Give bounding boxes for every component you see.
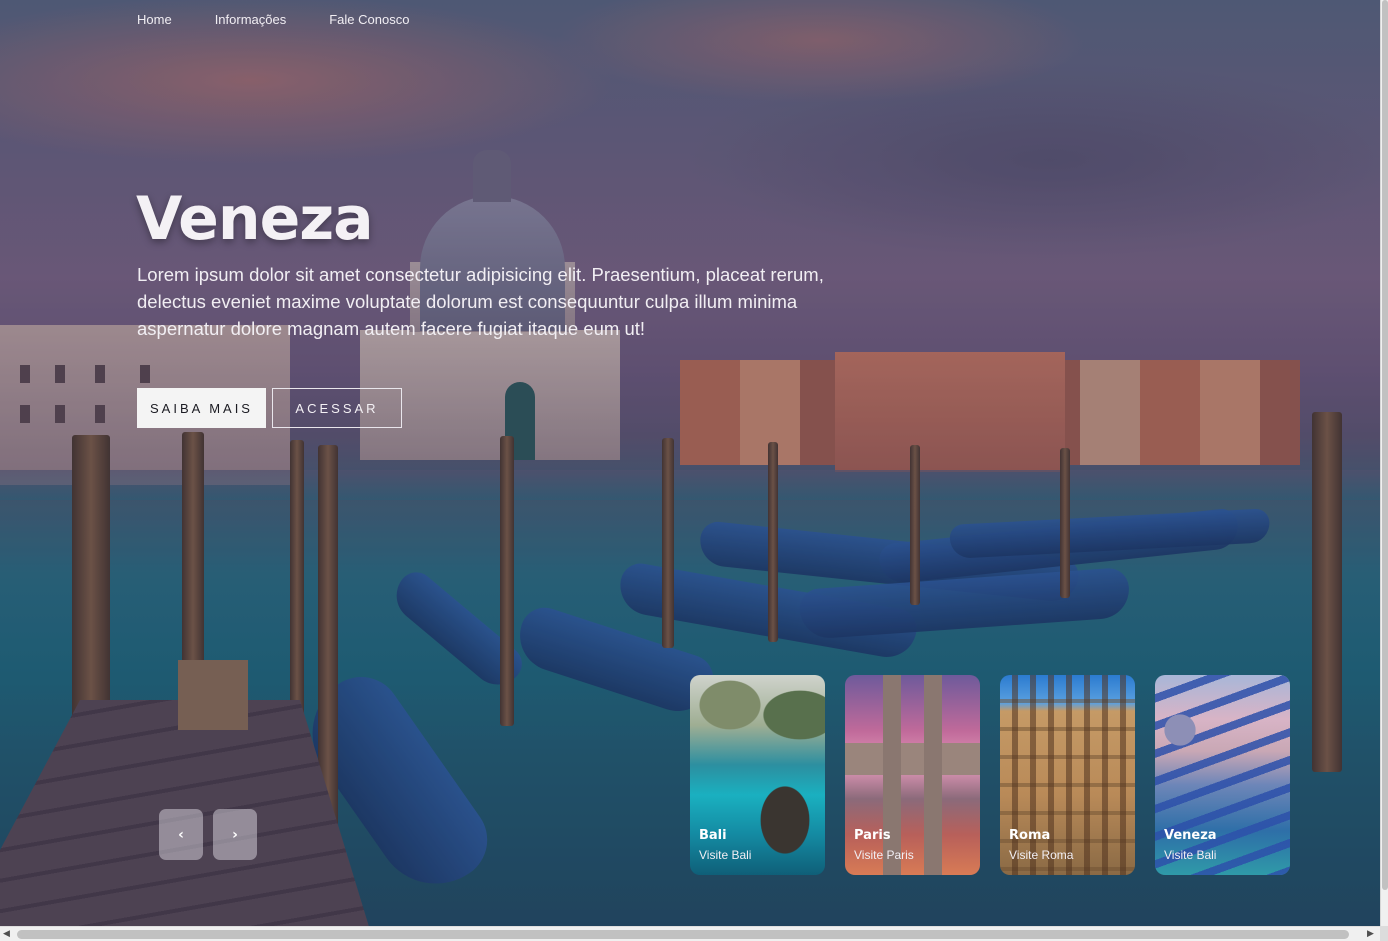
gondola bbox=[949, 508, 1271, 559]
gondola bbox=[697, 520, 1081, 604]
gondola bbox=[798, 567, 1131, 640]
mooring-pole bbox=[1060, 448, 1070, 598]
building-tall bbox=[835, 352, 1065, 472]
water-line bbox=[0, 470, 1380, 500]
mooring-pole bbox=[662, 438, 674, 648]
vertical-scrollbar[interactable] bbox=[1380, 0, 1388, 926]
slider-next-button[interactable]: › bbox=[213, 809, 257, 860]
church-door bbox=[505, 382, 535, 460]
vertical-scrollbar-thumb[interactable] bbox=[1382, 0, 1388, 890]
destination-card-paris[interactable]: Paris Visite Paris bbox=[845, 675, 980, 875]
card-subtitle: Visite Roma bbox=[1009, 848, 1074, 862]
gondola bbox=[510, 601, 720, 721]
buildings-right bbox=[680, 360, 1300, 465]
destination-card-bali[interactable]: Bali Visite Bali bbox=[690, 675, 825, 875]
church-lantern bbox=[473, 150, 511, 202]
saiba-mais-button[interactable]: SAIBA MAIS bbox=[137, 388, 266, 428]
nav-home[interactable]: Home bbox=[137, 12, 172, 27]
nav-informacoes[interactable]: Informações bbox=[215, 12, 287, 27]
mooring-pole bbox=[768, 442, 778, 642]
card-title: Veneza bbox=[1164, 828, 1217, 843]
scrollbar-corner bbox=[1380, 926, 1388, 941]
horizontal-scrollbar[interactable]: ◀ ▶ bbox=[0, 926, 1380, 941]
mooring-pole bbox=[72, 435, 110, 745]
scroll-left-icon[interactable]: ◀ bbox=[3, 929, 10, 939]
gondola bbox=[385, 565, 530, 696]
card-subtitle: Visite Bali bbox=[1164, 848, 1217, 862]
slider-prev-button[interactable]: ‹ bbox=[159, 809, 203, 860]
card-title: Bali bbox=[699, 828, 727, 843]
hero-description: Lorem ipsum dolor sit amet consectetur a… bbox=[137, 264, 824, 339]
hero-title: Veneza bbox=[136, 184, 374, 254]
chevron-left-icon: ‹ bbox=[178, 826, 184, 843]
card-subtitle: Visite Bali bbox=[699, 848, 752, 862]
chevron-right-icon: › bbox=[232, 826, 238, 843]
horizontal-scrollbar-thumb[interactable] bbox=[17, 930, 1349, 939]
destination-card-roma[interactable]: Roma Visite Roma bbox=[1000, 675, 1135, 875]
destination-card-veneza[interactable]: Veneza Visite Bali bbox=[1155, 675, 1290, 875]
card-subtitle: Visite Paris bbox=[854, 848, 914, 862]
hero-background: Home Informações Fale Conosco Veneza Lor… bbox=[0, 0, 1380, 926]
scroll-right-icon[interactable]: ▶ bbox=[1367, 929, 1374, 939]
gondola bbox=[615, 560, 920, 662]
mooring-pole bbox=[500, 436, 514, 726]
mooring-pole bbox=[318, 445, 338, 835]
card-image-bali bbox=[690, 675, 825, 875]
gondola bbox=[877, 507, 1241, 585]
mooring-pole bbox=[1312, 412, 1342, 772]
mooring-pole bbox=[290, 440, 304, 720]
mooring-pole bbox=[182, 432, 204, 682]
card-image-paris bbox=[845, 675, 980, 875]
acessar-button[interactable]: ACESSAR bbox=[272, 388, 402, 428]
card-image-veneza bbox=[1155, 675, 1290, 875]
nav-fale-conosco[interactable]: Fale Conosco bbox=[329, 12, 409, 27]
top-nav: Home Informações Fale Conosco bbox=[137, 12, 409, 27]
card-title: Roma bbox=[1009, 828, 1051, 843]
dock-post bbox=[178, 660, 248, 730]
gondola bbox=[289, 661, 503, 908]
card-title: Paris bbox=[854, 828, 891, 843]
mooring-pole bbox=[910, 445, 920, 605]
card-image-roma bbox=[1000, 675, 1135, 875]
